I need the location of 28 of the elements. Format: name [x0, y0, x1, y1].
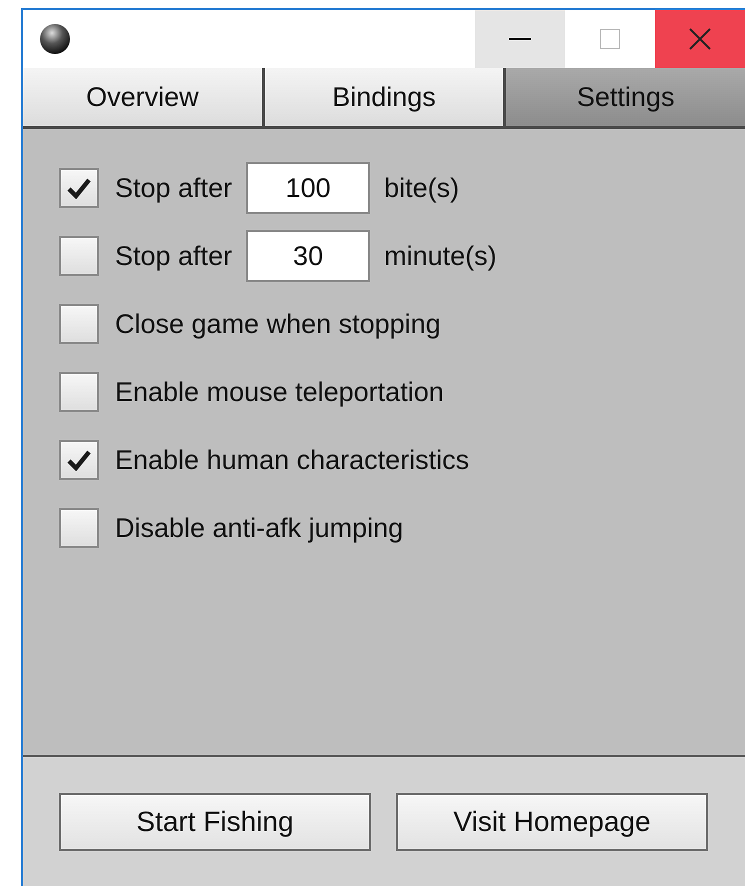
close-icon	[689, 28, 711, 50]
option-label: Enable mouse teleportation	[115, 376, 444, 408]
checkbox[interactable]	[59, 372, 99, 412]
action-button[interactable]: Visit Homepage	[396, 792, 708, 850]
checkmark-icon	[67, 449, 91, 471]
number-field[interactable]: 100	[246, 162, 370, 214]
minimize-icon	[509, 38, 531, 40]
maximize-icon	[600, 29, 620, 49]
checkbox[interactable]	[59, 168, 99, 208]
number-field[interactable]: 30	[246, 230, 370, 282]
option-label: Stop after	[115, 240, 232, 272]
checkbox[interactable]	[59, 508, 99, 548]
unit-label: bite(s)	[384, 172, 460, 204]
checkbox[interactable]	[59, 236, 99, 276]
checkmark-icon	[67, 177, 91, 199]
checkbox[interactable]	[59, 304, 99, 344]
option-label: Stop after	[115, 172, 232, 204]
checkbox[interactable]	[59, 440, 99, 480]
option-label: Close game when stopping	[115, 308, 441, 340]
app-icon	[39, 23, 71, 55]
action-button[interactable]: Start Fishing	[59, 792, 371, 850]
close-button[interactable]	[655, 10, 745, 68]
unit-label: minute(s)	[384, 240, 497, 272]
option-label: Enable human characteristics	[115, 444, 470, 476]
tab[interactable]: Bindings	[262, 68, 504, 126]
tab[interactable]: Settings	[503, 68, 745, 126]
tab[interactable]: Overview	[23, 68, 262, 126]
option-label: Disable anti-afk jumping	[115, 512, 404, 544]
